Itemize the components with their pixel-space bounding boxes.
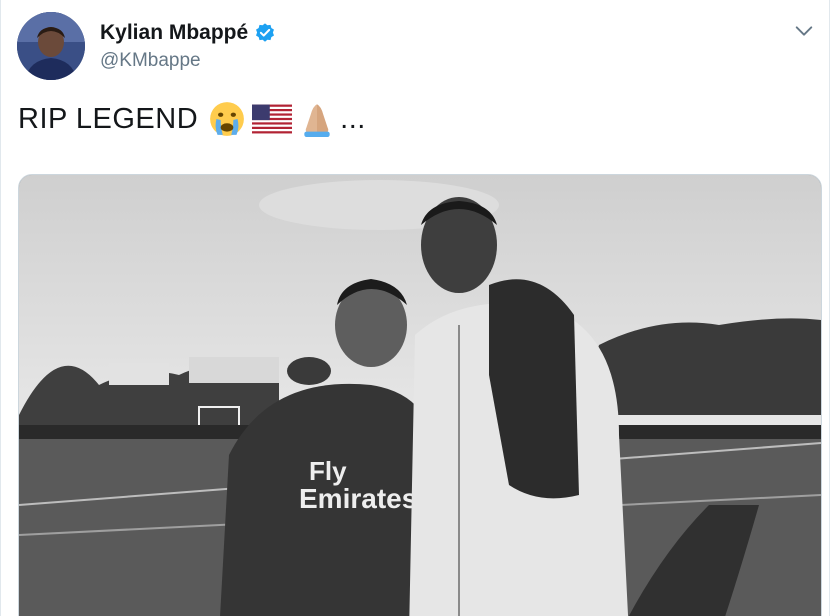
verified-badge-icon — [256, 23, 275, 42]
display-name-text[interactable]: Kylian Mbappé — [100, 21, 248, 45]
author-handle[interactable]: @KMbappe — [100, 50, 201, 72]
jersey-text-emirates: Emirates — [299, 483, 417, 514]
tweet-card: Kylian Mbappé @KMbappe RIP LEGEND ... Fl… — [0, 0, 830, 616]
tweet-media-photo[interactable]: Fly Emirates — [18, 174, 822, 616]
chevron-down-icon[interactable] — [793, 20, 815, 42]
crying-face-icon — [210, 102, 245, 136]
us-flag-icon — [252, 104, 293, 134]
jersey-text-fly: Fly — [309, 456, 347, 486]
author-display-name[interactable]: Kylian Mbappé — [100, 21, 276, 45]
avatar-image — [17, 12, 85, 80]
tweet-ellipsis: ... — [340, 102, 366, 135]
tweet-text-body: RIP LEGEND — [18, 102, 199, 135]
author-avatar[interactable] — [17, 12, 85, 80]
folded-hands-icon — [304, 104, 330, 137]
tweet-text: RIP LEGEND ... — [18, 100, 366, 138]
photo-image: Fly Emirates — [19, 175, 821, 616]
